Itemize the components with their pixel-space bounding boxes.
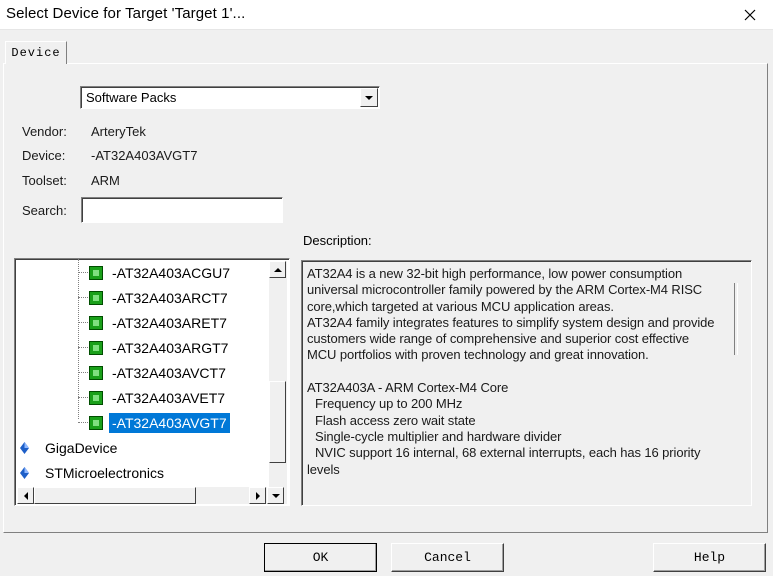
close-button[interactable]: [727, 0, 773, 30]
title-bar: Select Device for Target 'Target 1'...: [0, 0, 773, 30]
help-button[interactable]: Help: [653, 543, 766, 572]
description-line: Flash access zero wait state: [315, 412, 476, 428]
scroll-right-button[interactable]: [249, 487, 266, 504]
tree-connector: [78, 259, 79, 419]
chip-icon: [89, 415, 103, 430]
scroll-up-button[interactable]: [269, 261, 286, 278]
device-tree[interactable]: -AT32A403ACGU7 -AT32A403ARCT7 -AT32A403A…: [14, 258, 290, 506]
chip-icon: [89, 365, 103, 380]
tab-device[interactable]: Device: [5, 41, 67, 64]
description-line: AT32A403A - ARM Cortex-M4 Core: [307, 380, 509, 396]
vendor-value: ArteryTek: [91, 124, 146, 139]
tree-connector: [78, 397, 88, 398]
source-select-value: Software Packs: [86, 90, 177, 105]
tree-item-device-selected[interactable]: -AT32A403AVGT7: [89, 410, 230, 435]
description-scroll-thumb[interactable]: [734, 283, 738, 355]
tree-item-label: -AT32A403AVET7: [112, 389, 226, 406]
close-icon: [744, 9, 756, 21]
arrow-left-icon: [23, 491, 28, 500]
vendor-diamond-icon: [20, 441, 29, 454]
tree-connector: [78, 322, 88, 323]
tree-connector: [78, 422, 88, 423]
tree-item-label: -AT32A403ACGU7: [112, 264, 231, 281]
search-input[interactable]: [81, 197, 283, 223]
tree-item-label: GigaDevice: [45, 439, 118, 456]
ok-button[interactable]: OK: [264, 543, 377, 572]
tree-horizontal-scrollbar[interactable]: [17, 487, 287, 504]
tree-item-device[interactable]: -AT32A403AVET7: [89, 385, 228, 410]
arrow-down-icon: [271, 493, 280, 498]
description-line: AT32A4 is a new 32-bit high performance,…: [307, 266, 683, 281]
description-line: AT32A4 family integrates features to sim…: [307, 314, 715, 330]
description-line: core,which targeted at various MCU appli…: [307, 298, 614, 314]
tree-item-device[interactable]: -AT32A403ACGU7: [89, 260, 233, 285]
tree-item-vendor[interactable]: STMicroelectronics: [17, 460, 167, 485]
scroll-thumb[interactable]: [34, 487, 196, 504]
description-label: Description:: [303, 233, 372, 248]
description-text: AT32A4 is a new 32-bit high performance,…: [307, 266, 732, 478]
device-value: -AT32A403AVGT7: [91, 148, 198, 163]
tree-connector: [78, 272, 88, 273]
toolset-value: ARM: [91, 173, 120, 188]
description-line: universal microcontroller family powered…: [307, 282, 703, 298]
arrow-up-icon: [273, 267, 282, 272]
source-select-dropdown-button[interactable]: [360, 88, 378, 107]
description-line: levels: [307, 461, 340, 477]
scroll-thumb[interactable]: [269, 381, 286, 463]
chip-icon: [89, 390, 103, 405]
chip-icon: [89, 290, 103, 305]
description-line: customers wide range of comprehensive an…: [307, 331, 690, 347]
tree-item-label: -AT32A403ARCT7: [112, 289, 228, 306]
chip-icon: [89, 315, 103, 330]
chip-icon: [89, 265, 103, 280]
tree-item-label: STMicroelectronics: [45, 464, 165, 481]
device-label: Device:: [22, 148, 66, 163]
tree-item-label: -AT32A403ARET7: [112, 314, 227, 331]
tree-item-device[interactable]: -AT32A403ARGT7: [89, 335, 231, 360]
tree-item-vendor[interactable]: GigaDevice: [17, 435, 120, 460]
arrow-right-icon: [255, 491, 260, 500]
search-label: Search:: [22, 203, 67, 218]
tree-item-device[interactable]: -AT32A403AVCT7: [89, 360, 229, 385]
tree-vertical-scrollbar[interactable]: [269, 261, 287, 487]
description-line: NVIC support 16 internal, 68 external in…: [315, 445, 701, 461]
toolset-label: Toolset:: [22, 173, 67, 188]
description-line: MCU portfolios with proven technology an…: [307, 347, 649, 363]
tree-item-label: -AT32A403AVCT7: [112, 364, 226, 381]
scroll-down-button[interactable]: [267, 487, 284, 504]
description-line: Frequency up to 200 MHz: [315, 396, 463, 412]
vendor-label: Vendor:: [22, 124, 67, 139]
tree-connector: [78, 347, 88, 348]
tree-item-label: -AT32A403ARGT7: [112, 339, 229, 356]
scroll-left-button[interactable]: [17, 487, 34, 504]
tree-item-device[interactable]: -AT32A403ARCT7: [89, 285, 231, 310]
cancel-button[interactable]: Cancel: [391, 543, 504, 572]
description-line: [307, 364, 732, 380]
tree-connector: [78, 297, 88, 298]
chip-icon: [89, 340, 103, 355]
tree-item-label: -AT32A403AVGT7: [109, 412, 230, 433]
description-line: Single-cycle multiplier and hardware div…: [315, 428, 562, 444]
vendor-diamond-icon: [20, 466, 29, 479]
window-title: Select Device for Target 'Target 1'...: [6, 5, 246, 22]
tree-item-device[interactable]: -AT32A403ARET7: [89, 310, 230, 335]
chevron-down-icon: [365, 95, 373, 100]
tree-connector: [78, 372, 88, 373]
source-select[interactable]: Software Packs: [80, 86, 380, 109]
description-box[interactable]: AT32A4 is a new 32-bit high performance,…: [301, 260, 752, 506]
